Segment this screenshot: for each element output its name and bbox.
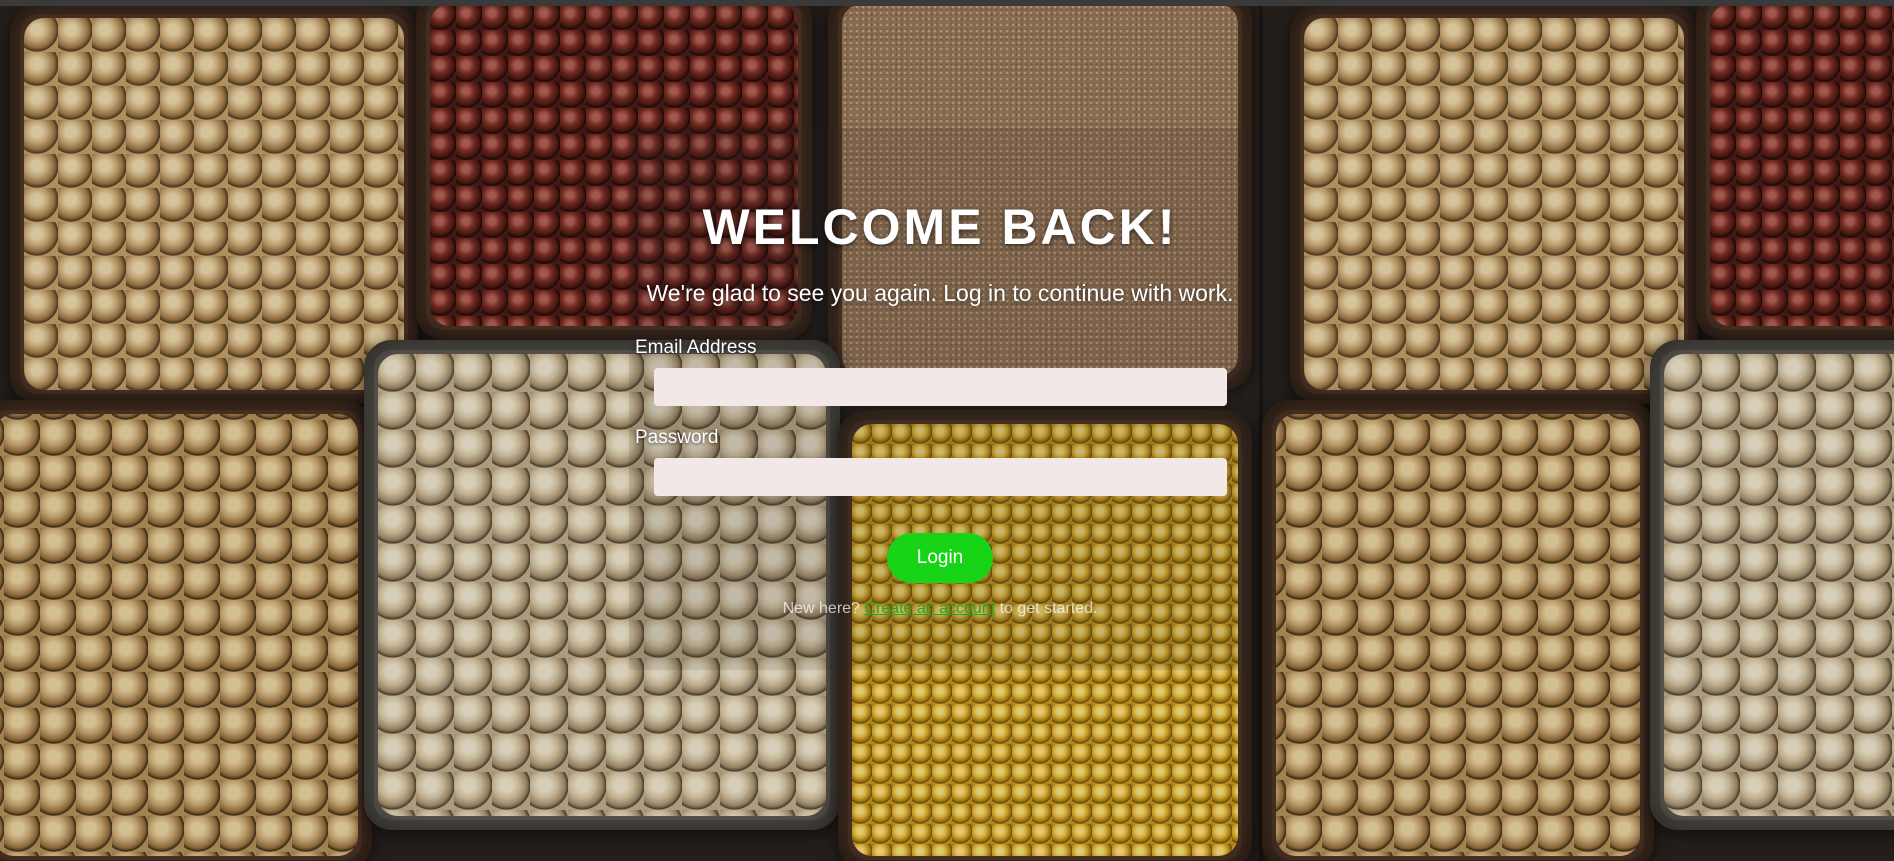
login-page: WELCOME BACK! We're glad to see you agai…: [0, 0, 1894, 861]
signup-suffix: to get started.: [995, 600, 1098, 617]
password-label: Password: [635, 427, 719, 448]
top-border: [0, 0, 1894, 6]
login-button[interactable]: Login: [887, 533, 993, 583]
password-field[interactable]: [654, 458, 1227, 496]
signup-prompt: New here? Create an account to get start…: [629, 599, 1251, 619]
email-field[interactable]: [654, 368, 1227, 406]
page-title: WELCOME BACK!: [702, 199, 1178, 255]
welcome-subtitle: We're glad to see you again. Log in to c…: [646, 280, 1234, 306]
signup-prefix: New here?: [782, 600, 865, 617]
email-label: Email Address: [635, 337, 757, 358]
create-account-link[interactable]: Create an account: [864, 600, 995, 617]
